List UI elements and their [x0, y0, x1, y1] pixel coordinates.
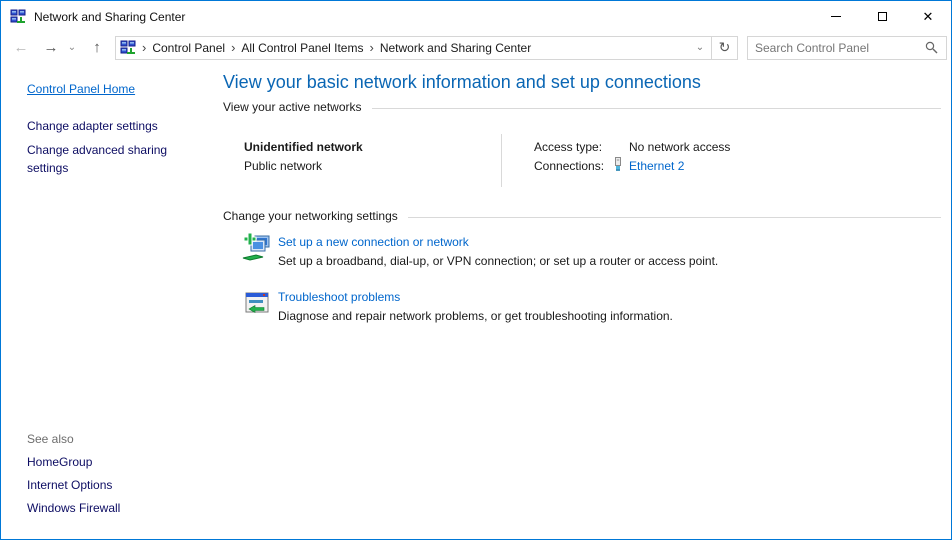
search-box: [747, 36, 947, 60]
close-icon: ✕: [923, 10, 934, 23]
up-button[interactable]: ↑: [85, 40, 109, 55]
title-bar: Network and Sharing Center ✕: [1, 1, 951, 32]
network-type: Public network: [244, 159, 322, 173]
forward-button[interactable]: →: [39, 40, 63, 55]
breadcrumb-all-items[interactable]: All Control Panel Items: [241, 41, 363, 55]
setup-connection-link[interactable]: Set up a new connection or network: [278, 235, 469, 249]
breadcrumb-network-sharing[interactable]: Network and Sharing Center: [380, 41, 531, 55]
access-type-label: Access type:: [534, 140, 602, 154]
close-button[interactable]: ✕: [905, 1, 951, 32]
sidebar-item-control-panel-home[interactable]: Control Panel Home: [27, 82, 135, 96]
back-button[interactable]: ←: [9, 40, 33, 55]
sidebar-item-internet-options[interactable]: Internet Options: [27, 478, 112, 492]
network-sharing-center-window: Network and Sharing Center ✕ ← → ⌄ ↑ › C: [0, 0, 952, 540]
networking-settings-label: Change your networking settings: [223, 209, 398, 223]
refresh-button[interactable]: ↻: [711, 36, 737, 60]
window-title: Network and Sharing Center: [34, 10, 185, 24]
troubleshoot-link[interactable]: Troubleshoot problems: [278, 290, 400, 304]
minimize-button[interactable]: [813, 1, 859, 32]
minimize-icon: [831, 16, 841, 17]
network-info-divider: [501, 134, 502, 187]
address-dropdown-icon[interactable]: ⌄: [689, 42, 711, 53]
breadcrumb-separator-icon: ›: [142, 40, 146, 55]
breadcrumb-separator-icon: ›: [231, 40, 235, 55]
ethernet-connector-icon: [612, 156, 624, 173]
new-connection-icon: [241, 231, 273, 263]
page-title: View your basic network information and …: [223, 72, 701, 93]
sidebar-item-windows-firewall[interactable]: Windows Firewall: [27, 501, 120, 515]
troubleshoot-description: Diagnose and repair network problems, or…: [278, 309, 673, 323]
see-also-label: See also: [27, 432, 74, 446]
networking-settings-section-header: Change your networking settings: [223, 209, 941, 223]
search-icon[interactable]: [925, 41, 938, 54]
troubleshoot-icon: [241, 288, 273, 320]
access-type-value: No network access: [629, 140, 730, 154]
section-rule: [408, 217, 941, 218]
search-input[interactable]: [748, 41, 921, 55]
sidebar-item-homegroup[interactable]: HomeGroup: [27, 455, 92, 469]
connections-label: Connections:: [534, 159, 604, 173]
active-networks-label: View your active networks: [223, 100, 362, 114]
location-network-icon: [120, 40, 136, 56]
address-bar[interactable]: › Control Panel › All Control Panel Item…: [115, 36, 738, 60]
breadcrumb-control-panel[interactable]: Control Panel: [152, 41, 225, 55]
history-dropdown-icon[interactable]: ⌄: [65, 43, 79, 53]
navigation-toolbar: ← → ⌄ ↑ › Control Panel › All Control Pa…: [1, 32, 951, 63]
maximize-icon: [878, 12, 887, 21]
active-networks-section-header: View your active networks: [223, 100, 941, 114]
sidebar-item-change-advanced-sharing[interactable]: Change advanced sharing settings: [27, 141, 187, 177]
network-name: Unidentified network: [244, 140, 363, 154]
sidebar-item-change-adapter-settings[interactable]: Change adapter settings: [27, 119, 158, 133]
setup-connection-description: Set up a broadband, dial-up, or VPN conn…: [278, 254, 718, 268]
section-rule: [372, 108, 941, 109]
network-icon: [10, 9, 26, 25]
connection-link-ethernet2[interactable]: Ethernet 2: [629, 159, 684, 173]
breadcrumb-separator-icon: ›: [369, 40, 373, 55]
maximize-button[interactable]: [859, 1, 905, 32]
